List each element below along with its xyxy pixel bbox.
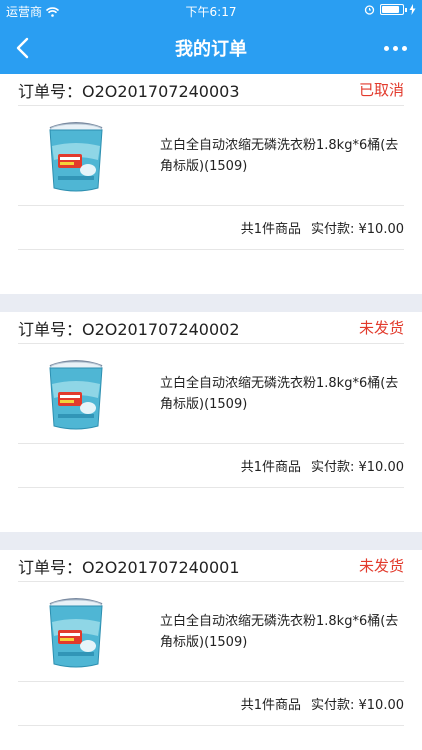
- order-summary: 共1件商品 实付款: ¥10.00: [18, 206, 404, 250]
- alarm-icon: [364, 5, 375, 15]
- item-count: 共1件商品: [240, 460, 301, 475]
- product-name: 立白全自动浓缩无磷洗衣粉1.8kg*6桶(去角标版)(1509): [160, 613, 399, 650]
- order-header: 订单号：O2O201707240002 未发货: [18, 312, 404, 344]
- more-dot-icon: [383, 45, 389, 51]
- more-options-button[interactable]: [380, 36, 410, 60]
- order-status: 未发货: [358, 319, 404, 337]
- paid-amount: 实付款: ¥10.00: [311, 222, 404, 237]
- navigation-bar: 我的订单: [0, 22, 422, 74]
- order-item[interactable]: 立白全自动浓缩无磷洗衣粉1.8kg*6桶(去角标版)(1509): [18, 344, 404, 444]
- order-list: 订单号：O2O201707240003 已取消 立白全自动浓缩无磷洗衣粉1.8k…: [0, 74, 422, 750]
- more-dot-icon: [392, 45, 398, 51]
- order-summary: 共1件商品 实付款: ¥10.00: [18, 682, 404, 726]
- order-header: 订单号：O2O201707240001 未发货: [18, 550, 404, 582]
- item-count: 共1件商品: [240, 698, 301, 713]
- status-right-group: [364, 4, 416, 15]
- order-card[interactable]: 订单号：O2O201707240001 未发货 立白全自动浓缩无磷洗衣粉1.8k…: [0, 550, 422, 750]
- status-bar: 运营商 下午6:17: [0, 0, 422, 22]
- order-card[interactable]: 订单号：O2O201707240003 已取消 立白全自动浓缩无磷洗衣粉1.8k…: [0, 74, 422, 294]
- order-item[interactable]: 立白全自动浓缩无磷洗衣粉1.8kg*6桶(去角标版)(1509): [18, 106, 404, 206]
- order-status: 已取消: [358, 81, 404, 99]
- more-dot-icon: [401, 45, 407, 51]
- charging-icon: [409, 4, 416, 15]
- detergent-bucket-image: [38, 593, 114, 670]
- item-count: 共1件商品: [240, 222, 301, 237]
- order-summary: 共1件商品 实付款: ¥10.00: [18, 444, 404, 488]
- page-title: 我的订单: [175, 39, 247, 60]
- status-time: 下午6:17: [185, 5, 237, 19]
- order-number: 订单号：O2O201707240001: [18, 557, 240, 577]
- paid-amount: 实付款: ¥10.00: [311, 698, 404, 713]
- order-item[interactable]: 立白全自动浓缩无磷洗衣粉1.8kg*6桶(去角标版)(1509): [18, 582, 404, 682]
- detergent-bucket-image: [38, 355, 114, 432]
- product-name: 立白全自动浓缩无磷洗衣粉1.8kg*6桶(去角标版)(1509): [160, 375, 399, 412]
- product-name: 立白全自动浓缩无磷洗衣粉1.8kg*6桶(去角标版)(1509): [160, 137, 399, 174]
- order-header: 订单号：O2O201707240003 已取消: [18, 74, 404, 106]
- order-number: 订单号：O2O201707240003: [18, 81, 240, 101]
- order-number: 订单号：O2O201707240002: [18, 319, 240, 339]
- order-card[interactable]: 订单号：O2O201707240002 未发货 立白全自动浓缩无磷洗衣粉1.8k…: [0, 312, 422, 532]
- order-status: 未发货: [358, 557, 404, 575]
- battery-icon: [380, 4, 407, 15]
- top-bar: 运营商 下午6:17 我的订单: [0, 0, 422, 74]
- detergent-bucket-image: [38, 117, 114, 194]
- paid-amount: 实付款: ¥10.00: [311, 460, 404, 475]
